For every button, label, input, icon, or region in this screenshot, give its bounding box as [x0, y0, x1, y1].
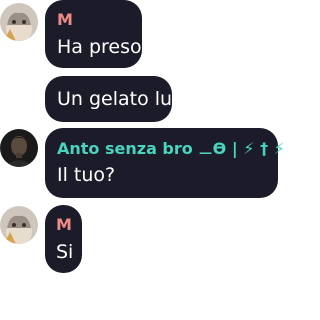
- sender-name[interactable]: M: [56, 215, 82, 235]
- sender-name[interactable]: Anto senza bro ⚊ϴ | ⚡ † ⚡: [57, 139, 285, 159]
- message-text: Un gelato lui: [57, 88, 178, 110]
- sender-avatar[interactable]: [0, 206, 38, 244]
- message-bubble[interactable]: M Ha preso: [45, 0, 142, 68]
- message-bubble[interactable]: Anto senza bro ⚊ϴ | ⚡ † ⚡ Il tuo?: [45, 128, 285, 198]
- message-bubble[interactable]: M Si: [45, 205, 82, 273]
- sender-name[interactable]: M: [57, 10, 130, 30]
- message-text: Ha preso: [57, 36, 142, 58]
- sender-avatar[interactable]: [0, 129, 38, 167]
- sender-avatar[interactable]: [0, 3, 38, 41]
- message-text: Si: [56, 241, 74, 263]
- message-text: Il tuo?: [57, 164, 116, 186]
- message-bubble[interactable]: Un gelato lui: [45, 76, 178, 122]
